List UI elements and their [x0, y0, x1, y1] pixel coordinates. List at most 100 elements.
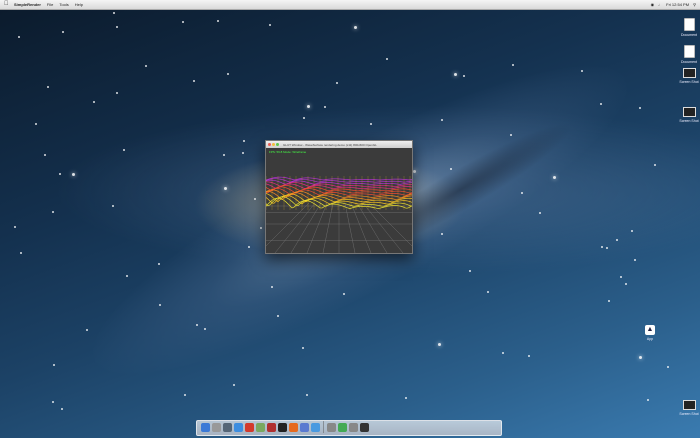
- dock-icon-preview[interactable]: [256, 423, 265, 432]
- star: [269, 24, 271, 26]
- dock-icon-system-preferences[interactable]: [349, 423, 358, 432]
- minimize-button[interactable]: [272, 143, 275, 146]
- screenshot-icon: [682, 107, 696, 117]
- window-titlebar[interactable]: GLUT Window - WaveSurface rendering demo…: [266, 141, 412, 148]
- app-menu[interactable]: SimpleRender: [14, 2, 41, 7]
- dock-icon-finder[interactable]: [201, 423, 210, 432]
- star: [35, 123, 37, 125]
- star: [126, 275, 128, 277]
- desktop-icon-screenshot-3[interactable]: Screen Shot: [675, 400, 700, 416]
- clock[interactable]: Fri 12:54 PM: [666, 2, 689, 7]
- star: [438, 343, 441, 346]
- grid-line: [306, 202, 328, 253]
- star: [184, 394, 186, 396]
- menu-file[interactable]: File: [47, 2, 53, 7]
- star: [405, 397, 407, 399]
- grid-line: [290, 202, 322, 253]
- star: [303, 117, 305, 119]
- grid-line: [350, 202, 372, 253]
- star: [606, 247, 608, 249]
- star: [159, 304, 161, 306]
- dock-separator: [323, 421, 324, 433]
- wave-surface: [266, 176, 412, 210]
- wifi-icon[interactable]: ◉: [651, 2, 655, 7]
- wireframe-surface-plot[interactable]: [266, 148, 412, 253]
- star: [521, 192, 523, 194]
- star: [116, 92, 118, 94]
- grid-line: [356, 202, 388, 253]
- star: [512, 64, 514, 66]
- app-icon: ▲: [645, 325, 655, 335]
- star: [47, 86, 49, 88]
- star: [62, 31, 64, 33]
- star: [123, 149, 125, 151]
- star: [193, 80, 195, 82]
- menu-bar:  SimpleRender File Tools Help ◉ ♩ Fri 1…: [0, 0, 700, 10]
- dock-icon-firefox[interactable]: [289, 423, 298, 432]
- star: [487, 291, 489, 293]
- desktop-icon-screenshot-1[interactable]: Screen Shot: [675, 68, 700, 84]
- floor-grid: [266, 202, 412, 253]
- star: [233, 384, 235, 386]
- star: [86, 329, 88, 331]
- render-window[interactable]: GLUT Window - WaveSurface rendering demo…: [265, 140, 413, 254]
- dock-icon-photo-booth[interactable]: [267, 423, 276, 432]
- dock-icon-grapher[interactable]: [338, 423, 347, 432]
- star: [324, 106, 326, 108]
- star: [53, 364, 55, 366]
- dock-icon-utilities[interactable]: [327, 423, 336, 432]
- spotlight-icon[interactable]: ⚲: [693, 2, 696, 7]
- dock-icon-app-store[interactable]: [311, 423, 320, 432]
- wave-line: [266, 176, 412, 181]
- star: [93, 101, 95, 103]
- volume-icon[interactable]: ♩: [658, 2, 662, 7]
- star: [52, 211, 54, 213]
- desktop-icon-screenshot-2[interactable]: Screen Shot: [675, 107, 700, 123]
- star: [112, 205, 114, 207]
- star: [510, 134, 512, 136]
- star: [182, 21, 184, 23]
- star: [469, 270, 471, 272]
- star: [634, 259, 636, 261]
- star: [223, 154, 225, 156]
- star: [243, 140, 245, 142]
- star: [581, 70, 583, 72]
- star: [227, 73, 229, 75]
- star: [647, 399, 649, 401]
- menu-tools[interactable]: Tools: [59, 2, 68, 7]
- star: [61, 408, 63, 410]
- dock-icon-mission-control[interactable]: [223, 423, 232, 432]
- status-text: FPS: 59.8 Mode: Wireframe: [269, 150, 307, 154]
- star: [59, 173, 61, 175]
- apple-menu-icon[interactable]: : [4, 0, 10, 9]
- dock-icon-xcode[interactable]: [300, 423, 309, 432]
- zoom-button[interactable]: [276, 143, 279, 146]
- star: [601, 246, 603, 248]
- star: [72, 173, 75, 176]
- star: [413, 170, 416, 173]
- dock-icon-safari[interactable]: [234, 423, 243, 432]
- star: [343, 293, 345, 295]
- desktop-icon-document-1[interactable]: Document: [675, 18, 700, 37]
- dock-icon-x11[interactable]: [360, 423, 369, 432]
- dock-icon-calendar[interactable]: [245, 423, 254, 432]
- close-button[interactable]: [268, 143, 271, 146]
- desktop-icon-document-2[interactable]: Document: [675, 45, 700, 64]
- dock-icon-terminal[interactable]: [278, 423, 287, 432]
- desktop-icon-app[interactable]: ▲ App: [636, 325, 664, 341]
- star: [539, 212, 541, 214]
- star: [18, 36, 20, 38]
- star: [441, 233, 443, 235]
- star: [654, 164, 656, 166]
- star: [196, 324, 198, 326]
- star: [306, 394, 308, 396]
- star: [204, 328, 206, 330]
- star: [307, 105, 310, 108]
- star: [553, 176, 556, 179]
- dock-icon-launchpad[interactable]: [212, 423, 221, 432]
- window-title: GLUT Window - WaveSurface rendering demo…: [283, 142, 377, 147]
- menu-help[interactable]: Help: [75, 2, 83, 7]
- wave-line: [266, 193, 412, 203]
- star: [302, 347, 304, 349]
- star: [631, 230, 633, 232]
